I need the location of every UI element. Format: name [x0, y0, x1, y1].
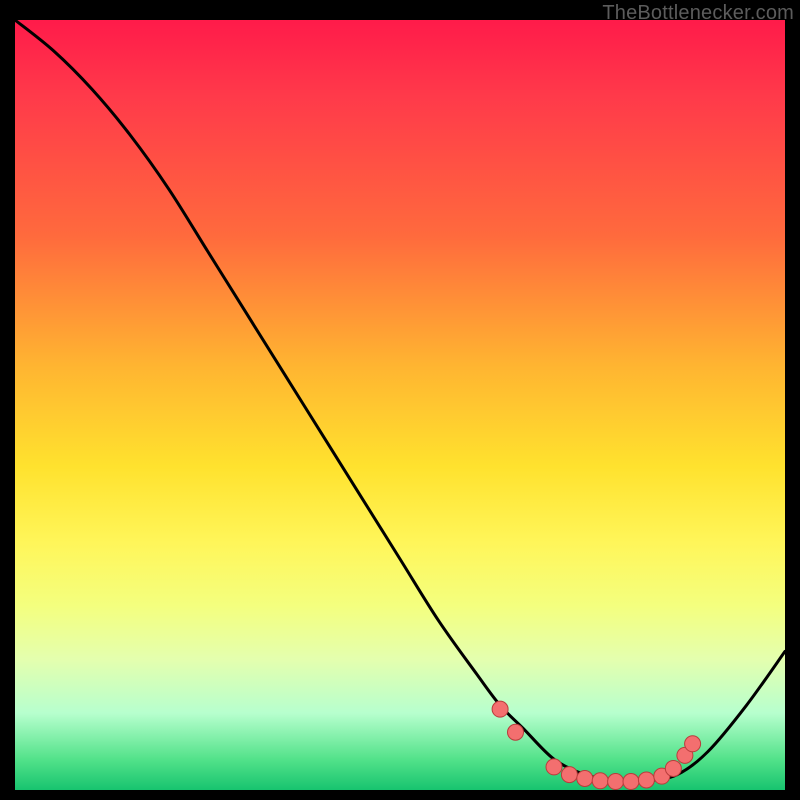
curve-marker: [665, 760, 681, 776]
curve-marker: [592, 773, 608, 789]
curve-marker: [608, 774, 624, 790]
curve-marker: [508, 724, 524, 740]
curve-marker: [561, 767, 577, 783]
curve-markers-group: [492, 701, 700, 789]
curve-marker: [685, 736, 701, 752]
curve-marker: [492, 701, 508, 717]
chart-frame: [15, 20, 785, 790]
curve-marker: [623, 774, 639, 790]
curve-marker: [638, 772, 654, 788]
curve-marker: [546, 759, 562, 775]
chart-svg: [15, 20, 785, 790]
bottleneck-curve-line: [15, 20, 785, 782]
curve-marker: [577, 770, 593, 786]
